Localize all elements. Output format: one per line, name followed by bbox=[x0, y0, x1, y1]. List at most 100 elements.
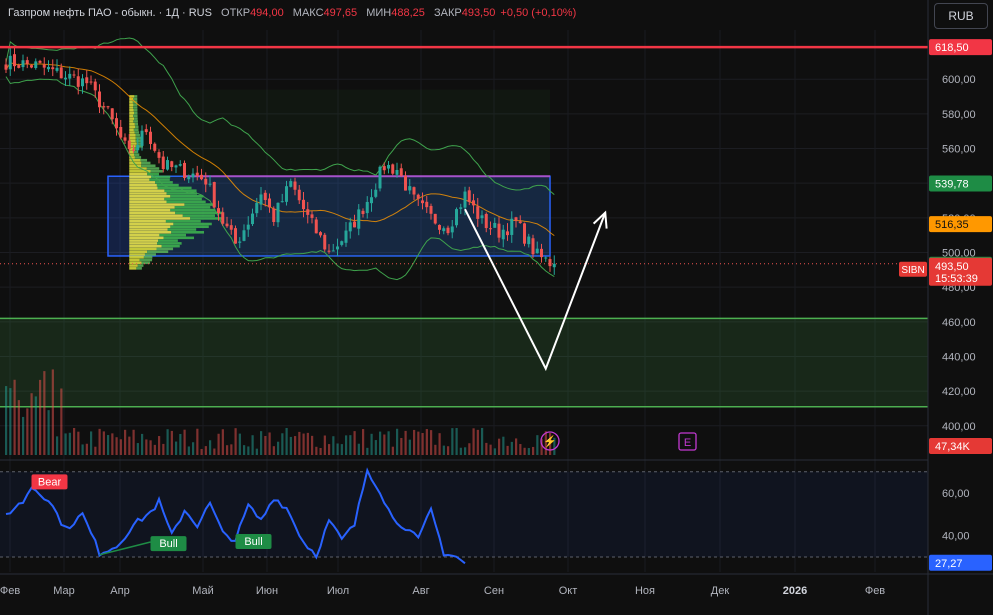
profile-row-up bbox=[129, 264, 138, 267]
profile-row-up bbox=[129, 258, 140, 262]
profile-row-up bbox=[129, 117, 135, 120]
volume-bar bbox=[294, 436, 297, 455]
volume-bar bbox=[149, 440, 152, 455]
volume-bar bbox=[226, 445, 229, 455]
volume-bar bbox=[268, 432, 271, 455]
profile-row-down bbox=[155, 181, 173, 184]
profile-row-down bbox=[133, 153, 140, 156]
price-tick-9: 420,00 bbox=[942, 386, 976, 398]
price-tick-2: 560,00 bbox=[942, 144, 976, 156]
volume-bar bbox=[56, 436, 59, 455]
chart-canvas[interactable]: BearBullBull 600,00580,00560,00540,00520… bbox=[0, 0, 993, 615]
candle-body bbox=[38, 60, 42, 63]
volume-bar bbox=[396, 428, 399, 455]
candle-body bbox=[497, 223, 501, 238]
profile-row-up bbox=[129, 261, 142, 265]
volume-bar bbox=[311, 435, 314, 455]
candle-body bbox=[314, 219, 318, 234]
candle-body bbox=[446, 227, 450, 234]
profile-row-up bbox=[129, 231, 172, 234]
profile-row-down bbox=[134, 131, 140, 134]
profile-row-up bbox=[129, 250, 148, 253]
volume-bar bbox=[90, 431, 93, 455]
volume-bar bbox=[425, 429, 428, 455]
candle-body bbox=[276, 202, 280, 223]
price-tick-0: 600,00 bbox=[942, 74, 976, 86]
volume-bar bbox=[196, 428, 199, 455]
profile-row-up bbox=[129, 217, 191, 220]
candle-body bbox=[166, 160, 169, 170]
candle-body bbox=[493, 222, 497, 228]
candle-body bbox=[255, 202, 259, 214]
profile-row-up bbox=[129, 120, 134, 123]
profile-row-up bbox=[129, 233, 160, 237]
candle-body bbox=[76, 76, 80, 87]
candle-body bbox=[523, 223, 526, 244]
volume-bar bbox=[94, 446, 97, 455]
volume-bar bbox=[170, 430, 173, 455]
volume-bar bbox=[481, 427, 484, 455]
candle-body bbox=[387, 164, 390, 169]
profile-row-down bbox=[139, 258, 153, 262]
profile-row-up bbox=[129, 172, 148, 176]
profile-row-down bbox=[134, 111, 138, 115]
volume-bar bbox=[238, 433, 241, 455]
candle-body bbox=[399, 168, 403, 176]
volume-bar bbox=[85, 443, 88, 455]
volume-bar bbox=[438, 433, 441, 455]
volume-bar bbox=[362, 429, 365, 455]
time-tick-2: Апр bbox=[110, 585, 129, 597]
candle-body bbox=[306, 209, 310, 215]
profile-row-up bbox=[129, 122, 135, 126]
candle-body bbox=[217, 208, 220, 214]
profile-row-down bbox=[133, 114, 138, 118]
volume-bar bbox=[400, 437, 403, 455]
time-tick-6: Авг bbox=[412, 585, 429, 597]
candle-body bbox=[531, 238, 535, 255]
candle-body bbox=[480, 215, 484, 219]
candle-body bbox=[170, 161, 174, 168]
volume-bar bbox=[353, 431, 356, 455]
candle-body bbox=[119, 126, 123, 138]
candle bbox=[523, 222, 526, 247]
profile-row-up bbox=[129, 214, 183, 217]
profile-row-down bbox=[170, 194, 204, 198]
candle-body bbox=[527, 236, 531, 245]
profile-row-down bbox=[184, 203, 216, 206]
volume-bar bbox=[51, 369, 54, 455]
rsi-tick-1: 40,00 bbox=[942, 531, 970, 543]
candle-body bbox=[302, 199, 305, 210]
currency-button[interactable]: RUB bbox=[934, 3, 988, 29]
volume-bar bbox=[230, 444, 233, 455]
candle-body bbox=[357, 209, 361, 229]
candle-body bbox=[459, 207, 463, 209]
volume-bar bbox=[192, 442, 195, 455]
time-tick-5: Июл bbox=[327, 585, 349, 597]
volume-bar bbox=[243, 445, 246, 455]
volume-bar bbox=[328, 444, 331, 455]
volume-bar bbox=[493, 448, 496, 455]
candle-body bbox=[187, 176, 191, 180]
candle-body bbox=[123, 137, 127, 141]
profile-row-down bbox=[167, 228, 197, 231]
candle-body bbox=[382, 166, 386, 171]
profile-row-down bbox=[133, 120, 138, 123]
profile-row-down bbox=[134, 156, 142, 159]
volume-bar bbox=[455, 427, 458, 455]
candle-body bbox=[416, 194, 420, 199]
volume-bar bbox=[187, 446, 190, 455]
profile-row-up bbox=[129, 228, 168, 231]
profile-row-up bbox=[129, 150, 134, 154]
candle-body bbox=[47, 66, 50, 70]
profile-row-up bbox=[129, 136, 136, 140]
profile-row-down bbox=[141, 161, 151, 165]
volume-bar bbox=[60, 388, 63, 455]
support-zone bbox=[0, 318, 928, 407]
candle-body bbox=[319, 232, 322, 236]
candle-body bbox=[225, 223, 229, 227]
profile-row-up bbox=[129, 131, 135, 134]
profile-row-up bbox=[129, 211, 176, 215]
candle-body bbox=[365, 201, 369, 214]
profile-row-down bbox=[133, 106, 138, 109]
candle-body bbox=[344, 230, 348, 243]
